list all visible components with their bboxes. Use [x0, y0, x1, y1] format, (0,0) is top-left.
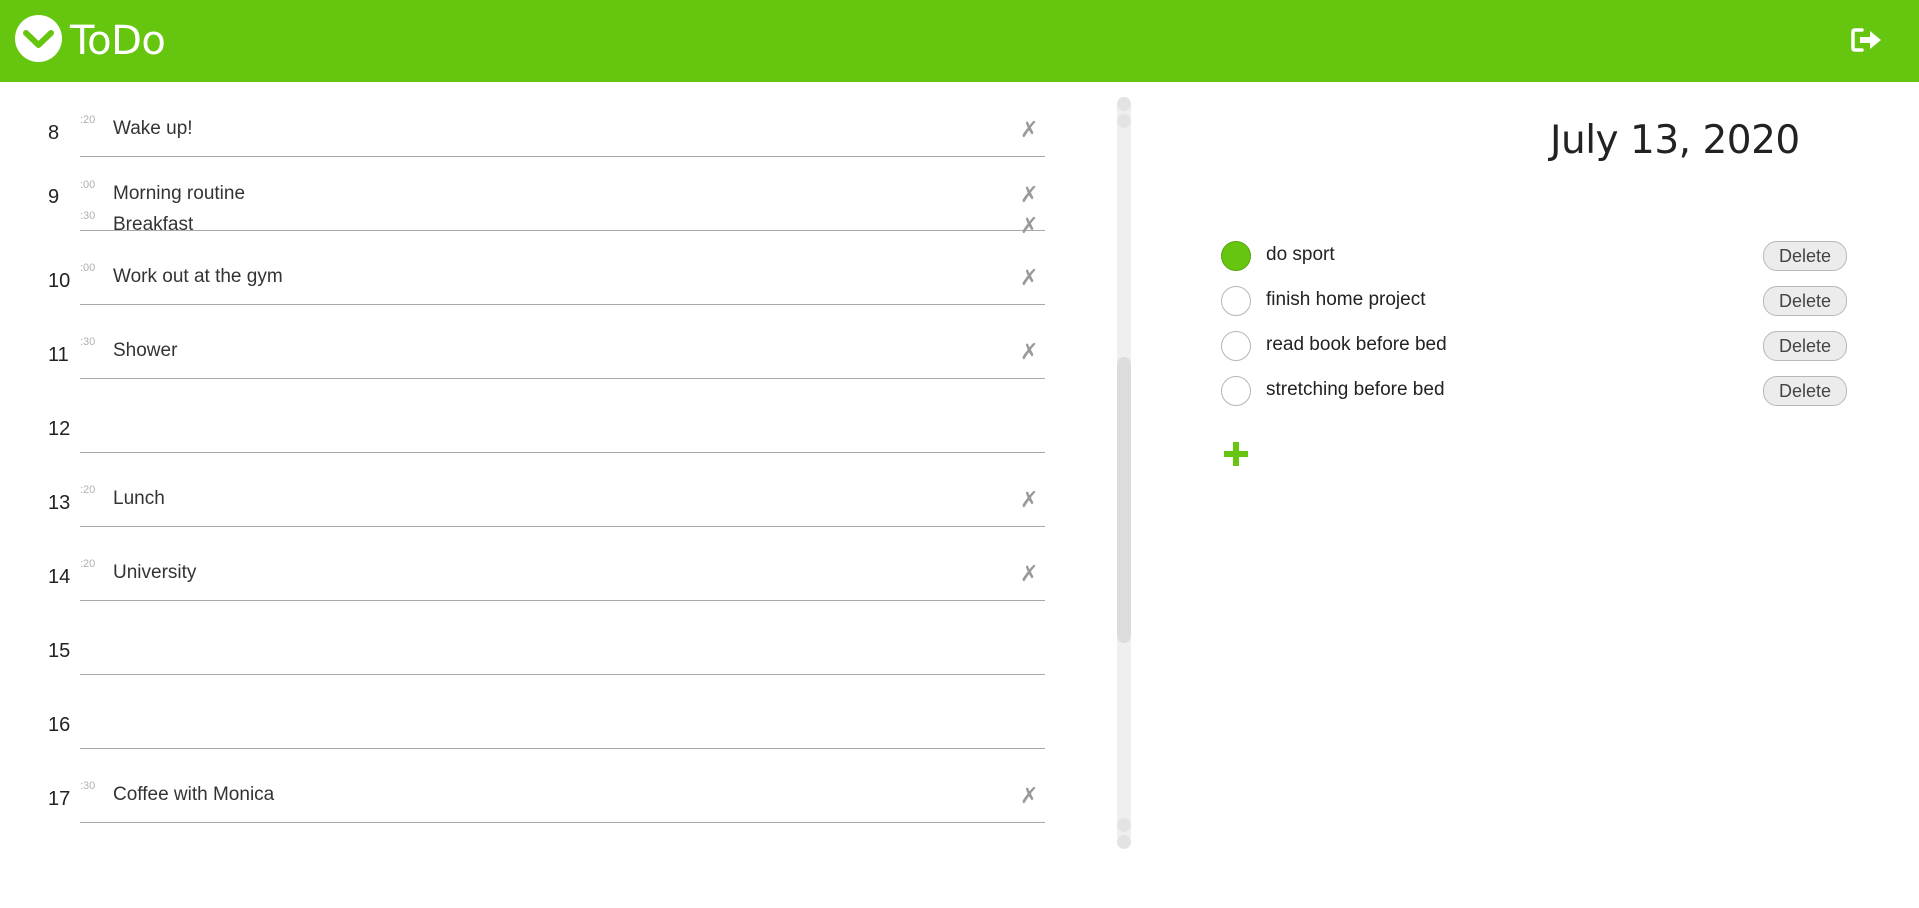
scroll-down-button-secondary[interactable] [1117, 818, 1131, 832]
entry-minute: :20 [80, 114, 96, 126]
current-date: July 13, 2020 [1550, 118, 1800, 163]
schedule-entry[interactable]: :20 University ✗ [80, 558, 1045, 587]
hour-row[interactable]: 15 [48, 600, 1045, 675]
hour-label: 13 [48, 492, 71, 514]
delete-entry-icon[interactable]: ✗ [1020, 784, 1038, 809]
app-logo-icon [15, 15, 62, 62]
hour-label: 10 [48, 270, 71, 292]
hour-row[interactable]: 8 :20 Wake up! ✗ [48, 82, 1045, 157]
plus-icon[interactable] [1222, 440, 1250, 468]
todo-checkbox[interactable] [1221, 376, 1251, 406]
todo-checkbox[interactable] [1221, 241, 1251, 271]
entry-label: University [113, 562, 197, 583]
entry-label: Morning routine [113, 183, 246, 204]
schedule-entry[interactable]: :20 Lunch ✗ [80, 484, 1045, 513]
entry-minute: :30 [80, 336, 96, 348]
todo-delete-button[interactable]: Delete [1763, 331, 1847, 361]
delete-entry-icon[interactable]: ✗ [1020, 118, 1038, 143]
hour-label: 17 [48, 788, 71, 810]
delete-entry-icon[interactable]: ✗ [1020, 488, 1038, 513]
todo-delete-button[interactable]: Delete [1763, 376, 1847, 406]
entry-label: Coffee with Monica [113, 784, 275, 805]
hour-row[interactable]: 9:00 Morning routine ✗:30 Breakfast ✗ [48, 156, 1045, 239]
schedule-entry[interactable]: :00 Work out at the gym ✗ [80, 262, 1045, 291]
entry-label: Lunch [113, 488, 165, 509]
todo-checkbox[interactable] [1221, 286, 1251, 316]
entry-label: Shower [113, 340, 178, 361]
schedule-entry[interactable]: :20 Wake up! ✗ [80, 114, 1045, 143]
logout-icon[interactable] [1850, 26, 1884, 54]
delete-entry-icon[interactable]: ✗ [1020, 266, 1038, 291]
day-schedule: 8:20 Wake up! ✗ 9:00 Morning routine ✗:30 Brea… [0, 82, 1100, 908]
todo-item: do sport Delete [1221, 241, 1847, 273]
hour-label: 14 [48, 566, 71, 588]
hour-row[interactable]: 13 :20 Lunch ✗ [48, 452, 1045, 527]
todo-item: stretching before bed Delete [1221, 376, 1847, 408]
app-title: ToDo [70, 18, 166, 64]
hour-label: 12 [48, 418, 71, 440]
delete-entry-icon[interactable]: ✗ [1020, 183, 1038, 208]
hour-row[interactable]: 14 :20 University ✗ [48, 526, 1045, 601]
todo-item: finish home project Delete [1221, 286, 1847, 318]
hour-row[interactable]: 11 :30 Shower ✗ [48, 304, 1045, 379]
hour-label: 11 [48, 344, 69, 366]
schedule-entry[interactable]: :00 Morning routine ✗ [80, 179, 1045, 208]
scroll-up-button-secondary[interactable] [1117, 114, 1131, 128]
hour-label: 15 [48, 640, 71, 662]
hour-row[interactable]: 16 [48, 674, 1045, 749]
entry-label: Work out at the gym [113, 266, 283, 287]
delete-entry-icon[interactable]: ✗ [1020, 340, 1038, 365]
delete-entry-icon[interactable]: ✗ [1020, 562, 1038, 587]
hour-row[interactable]: 12 [48, 378, 1045, 453]
schedule-entry[interactable]: :30 Shower ✗ [80, 336, 1045, 365]
todo-text: read book before bed [1266, 334, 1447, 355]
hour-label: 16 [48, 714, 71, 736]
entry-minute: :30 [80, 780, 96, 792]
app-header: ToDo [0, 0, 1919, 82]
hour-row[interactable]: 17 :30 Coffee with Monica ✗ [48, 748, 1045, 823]
entry-minute: :20 [80, 558, 96, 570]
scroll-up-button[interactable] [1117, 97, 1131, 111]
todo-text: do sport [1266, 244, 1335, 265]
schedule-entry[interactable]: :30 Coffee with Monica ✗ [80, 780, 1045, 809]
hour-row[interactable]: 10 :00 Work out at the gym ✗ [48, 230, 1045, 305]
todo-text: finish home project [1266, 289, 1426, 310]
scroll-down-button[interactable] [1117, 835, 1131, 849]
scrollbar-thumb[interactable] [1117, 357, 1131, 643]
todo-delete-button[interactable]: Delete [1763, 241, 1847, 271]
entry-label: Wake up! [113, 118, 193, 139]
entry-minute: :30 [80, 210, 96, 222]
hour-label: 8 [48, 122, 60, 144]
entry-minute: :00 [80, 179, 96, 191]
hour-label: 9 [48, 186, 60, 208]
entry-minute: :20 [80, 484, 96, 496]
todo-delete-button[interactable]: Delete [1763, 286, 1847, 316]
todo-checkbox[interactable] [1221, 331, 1251, 361]
entry-minute: :00 [80, 262, 96, 274]
todo-item: read book before bed Delete [1221, 331, 1847, 363]
todo-text: stretching before bed [1266, 379, 1445, 400]
